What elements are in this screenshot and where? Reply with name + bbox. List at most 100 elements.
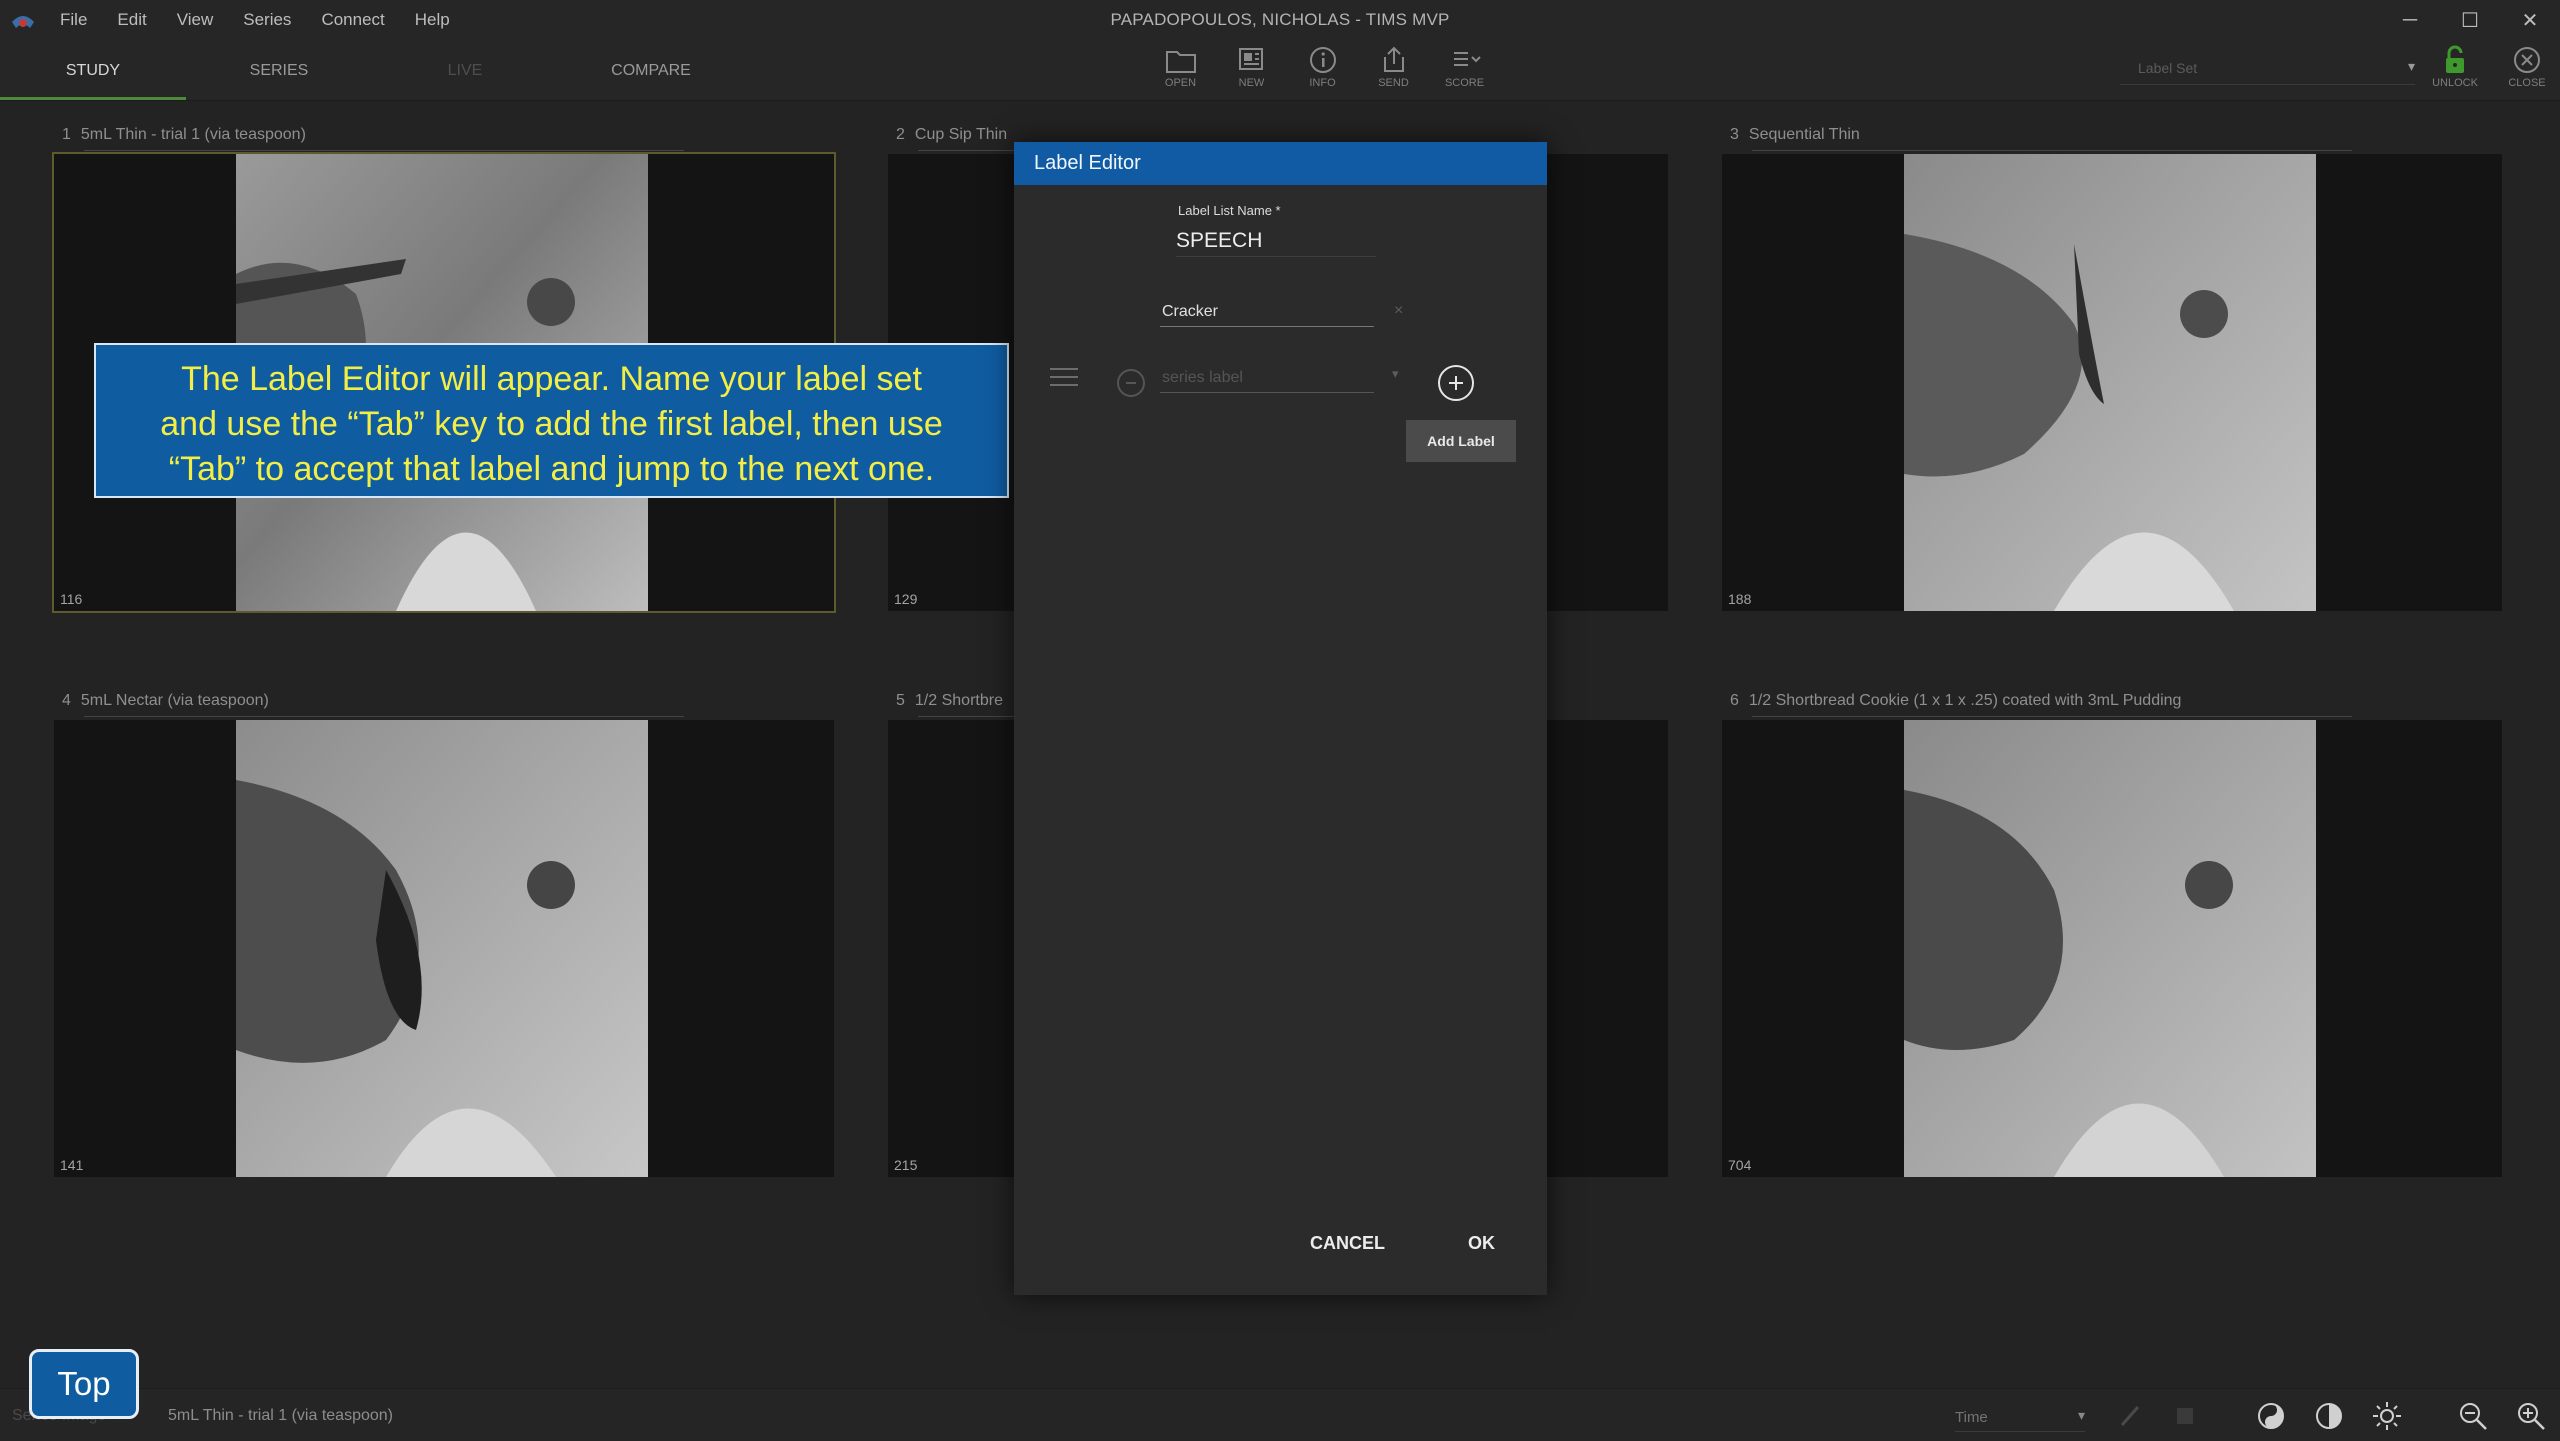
- ok-button[interactable]: OK: [1462, 1232, 1501, 1255]
- series-frame[interactable]: 704: [1722, 720, 2502, 1177]
- view-tabs: STUDY SERIES LIVE COMPARE: [0, 40, 744, 100]
- open-label: OPEN: [1164, 77, 1197, 89]
- unlock-icon: [2446, 45, 2464, 73]
- pen-icon[interactable]: [2114, 1399, 2148, 1433]
- image-count: 188: [1728, 591, 1752, 607]
- window-title: PAPADOPOULOS, NICHOLAS - TIMS MVP: [1110, 10, 1450, 29]
- xray-image: [1904, 154, 2316, 611]
- divider: [1752, 150, 2352, 151]
- series-number: 1: [62, 126, 71, 143]
- main-toolbar: STUDY SERIES LIVE COMPARE OPEN NEW INFO …: [0, 40, 2560, 101]
- series-number: 5: [896, 692, 905, 709]
- folder-icon: [1165, 51, 1196, 73]
- divider: [1752, 716, 2352, 717]
- remove-label-icon[interactable]: [1117, 369, 1145, 397]
- brightness-icon[interactable]: [2370, 1399, 2404, 1433]
- image-count: 215: [894, 1157, 918, 1173]
- toolbar-actions: OPEN NEW INFO SEND SCORE: [1145, 44, 1500, 89]
- label-editor-dialog: Label Editor Label List Name * × ▾ Add L…: [1014, 142, 1547, 1295]
- contrast-icon[interactable]: [2312, 1399, 2346, 1433]
- close-study-button[interactable]: CLOSE: [2497, 44, 2557, 89]
- image-count: 129: [894, 591, 918, 607]
- dialog-header: Label Editor: [1014, 142, 1547, 185]
- erase-icon[interactable]: [2168, 1399, 2202, 1433]
- chevron-down-icon: ▾: [2077, 1407, 2085, 1423]
- zoom-out-icon[interactable]: [2456, 1399, 2490, 1433]
- series-title: 1 5mL Thin - trial 1 (via teaspoon): [62, 126, 306, 144]
- series-name: 1/2 Shortbre: [914, 692, 1003, 709]
- time-dropdown[interactable]: Time ▾: [1955, 1401, 2085, 1432]
- status-bar: Series Image 5mL Thin - trial 1 (via tea…: [0, 1388, 2560, 1441]
- series-name: 1/2 Shortbread Cookie (1 x 1 x .25) coat…: [1748, 692, 2182, 709]
- zoom-in-icon[interactable]: [2514, 1399, 2548, 1433]
- tab-compare[interactable]: COMPARE: [558, 40, 744, 100]
- series-name: Cup Sip Thin: [914, 126, 1008, 143]
- info-button[interactable]: INFO: [1287, 44, 1358, 89]
- info-label: INFO: [1309, 77, 1336, 89]
- series-name: Sequential Thin: [1748, 126, 1860, 143]
- tab-live[interactable]: LIVE: [372, 40, 558, 100]
- series-number: 4: [62, 692, 71, 709]
- info-icon: [1309, 47, 1336, 73]
- send-icon: [1383, 46, 1404, 72]
- score-label: SCORE: [1444, 77, 1485, 89]
- send-button[interactable]: SEND: [1358, 44, 1429, 89]
- new-label: NEW: [1238, 77, 1265, 89]
- unlock-button[interactable]: UNLOCK: [2425, 44, 2485, 89]
- new-series-icon: [1238, 48, 1263, 70]
- score-button[interactable]: SCORE: [1429, 44, 1500, 89]
- label-set-dropdown[interactable]: Label Set ▾: [2120, 54, 2415, 85]
- tab-series[interactable]: SERIES: [186, 40, 372, 100]
- drag-handle-icon[interactable]: [1050, 368, 1078, 390]
- label-list-name-label: Label List Name *: [1178, 203, 1281, 218]
- image-count: 704: [1728, 1157, 1752, 1173]
- series-name: 5mL Thin - trial 1 (via teaspoon): [80, 126, 306, 143]
- clear-label-icon[interactable]: ×: [1394, 302, 1403, 320]
- series-title: 5 1/2 Shortbre: [896, 692, 1003, 710]
- divider: [84, 716, 684, 717]
- top-button[interactable]: Top: [29, 1349, 139, 1419]
- new-button[interactable]: NEW: [1216, 44, 1287, 89]
- dialog-title: Label Editor: [1034, 152, 1141, 174]
- add-label-button[interactable]: Add Label: [1406, 420, 1516, 462]
- xray-image: [1904, 720, 2316, 1177]
- divider: [84, 150, 684, 151]
- label-list-name-input[interactable]: [1176, 226, 1376, 257]
- chevron-down-icon: ▾: [2407, 58, 2415, 74]
- image-count: 116: [60, 591, 83, 607]
- status-series-name: 5mL Thin - trial 1 (via teaspoon): [168, 1407, 393, 1424]
- window-close-button[interactable]: ✕: [2500, 0, 2560, 40]
- image-count: 141: [60, 1157, 84, 1173]
- minimize-button[interactable]: ─: [2380, 0, 2440, 40]
- close-label: CLOSE: [2508, 77, 2546, 89]
- series-title: 4 5mL Nectar (via teaspoon): [62, 692, 269, 710]
- window-controls: ─ ☐ ✕: [2380, 0, 2560, 40]
- cancel-button[interactable]: CANCEL: [1304, 1232, 1391, 1255]
- series-number: 2: [896, 126, 905, 143]
- send-label: SEND: [1378, 77, 1409, 89]
- series-title: 3 Sequential Thin: [1730, 126, 1860, 144]
- series-name: 5mL Nectar (via teaspoon): [80, 692, 269, 709]
- score-icon: [1453, 52, 1481, 66]
- add-circle-icon[interactable]: [1438, 365, 1474, 401]
- open-button[interactable]: OPEN: [1145, 44, 1216, 89]
- color-adjust-icon[interactable]: [2254, 1399, 2288, 1433]
- title-bar: File Edit View Series Connect Help PAPAD…: [0, 0, 2560, 40]
- xray-image: [236, 720, 648, 1177]
- series-frame[interactable]: 188: [1722, 154, 2502, 611]
- label-input-1[interactable]: [1160, 298, 1374, 327]
- tab-study[interactable]: STUDY: [0, 40, 186, 100]
- close-circle-icon: [2514, 47, 2540, 73]
- series-title: 2 Cup Sip Thin: [896, 126, 1007, 144]
- chevron-down-icon[interactable]: ▾: [1392, 366, 1399, 382]
- series-number: 6: [1730, 692, 1739, 709]
- unlock-label: UNLOCK: [2432, 77, 2478, 89]
- instruction-callout: The Label Editor will appear. Name your …: [94, 343, 1009, 498]
- maximize-button[interactable]: ☐: [2440, 0, 2500, 40]
- label-set-placeholder: Label Set: [2138, 60, 2198, 76]
- series-frame[interactable]: 141: [54, 720, 834, 1177]
- series-number: 3: [1730, 126, 1739, 143]
- series-title: 6 1/2 Shortbread Cookie (1 x 1 x .25) coa…: [1730, 692, 2181, 710]
- time-value: Time: [1955, 1409, 1988, 1426]
- label-input-2[interactable]: [1160, 364, 1374, 393]
